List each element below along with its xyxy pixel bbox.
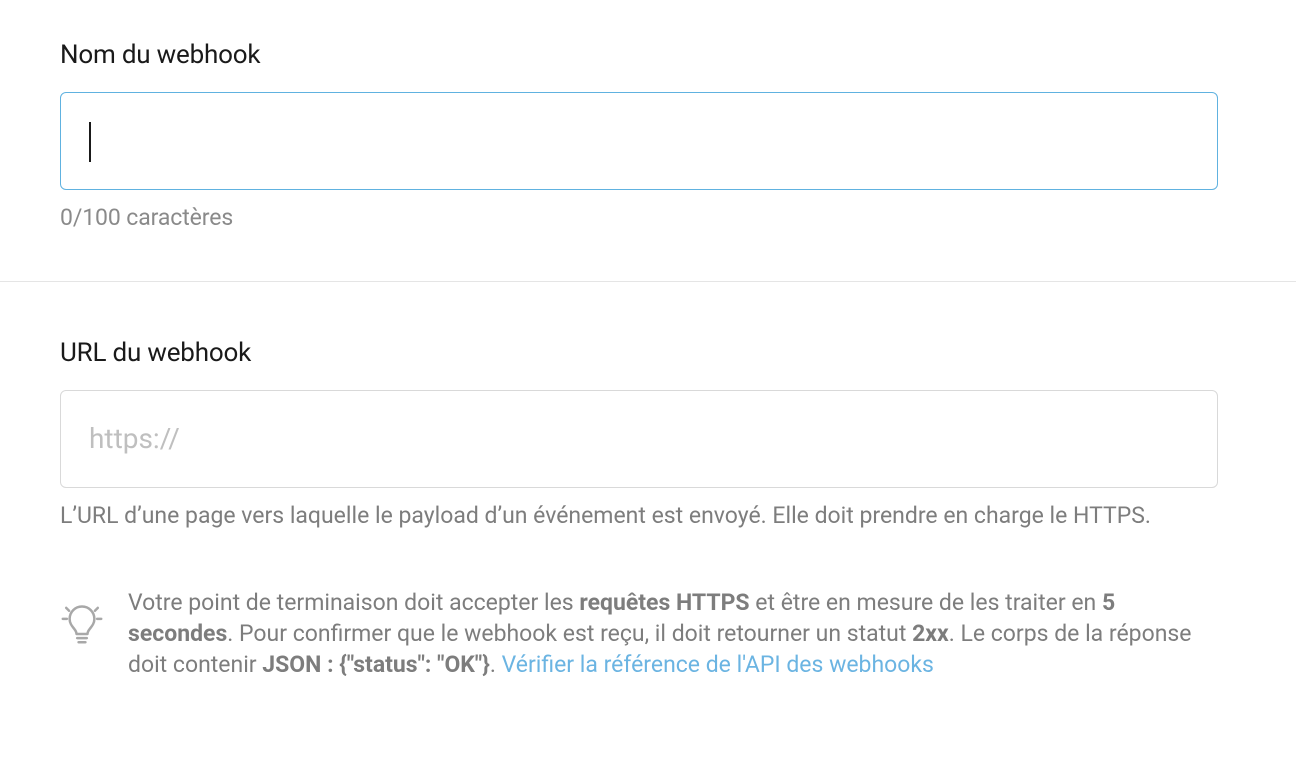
tip-fragment: . Pour confirmer que le webhook est reçu… [227, 620, 912, 647]
tip-container: Votre point de terminaison doit accepter… [60, 587, 1218, 680]
webhook-name-helper: 0/100 caractères [60, 204, 1236, 231]
tip-bold-status: 2xx [912, 620, 949, 647]
tip-bold-json: JSON : {"status": "OK"} [262, 651, 490, 678]
tip-fragment: Votre point de terminaison doit accepter… [128, 589, 579, 616]
lightbulb-icon [60, 587, 104, 645]
webhook-name-input[interactable] [60, 92, 1218, 190]
webhook-url-input[interactable] [60, 390, 1218, 488]
webhook-name-label: Nom du webhook [60, 40, 1236, 70]
api-reference-link[interactable]: Vérifier la référence de l'API des webho… [502, 651, 934, 678]
tip-text: Votre point de terminaison doit accepter… [128, 587, 1218, 680]
webhook-url-section: URL du webhook L’URL d’une page vers laq… [0, 282, 1296, 730]
webhook-url-label: URL du webhook [60, 338, 1236, 368]
webhook-name-section: Nom du webhook 0/100 caractères [0, 0, 1296, 281]
tip-fragment: . [490, 651, 502, 678]
text-cursor [89, 122, 91, 162]
webhook-url-description: L’URL d’une page vers laquelle le payloa… [60, 500, 1218, 531]
tip-bold-https: requêtes HTTPS [579, 589, 749, 616]
tip-fragment: et être en mesure de les traiter en [750, 589, 1102, 616]
